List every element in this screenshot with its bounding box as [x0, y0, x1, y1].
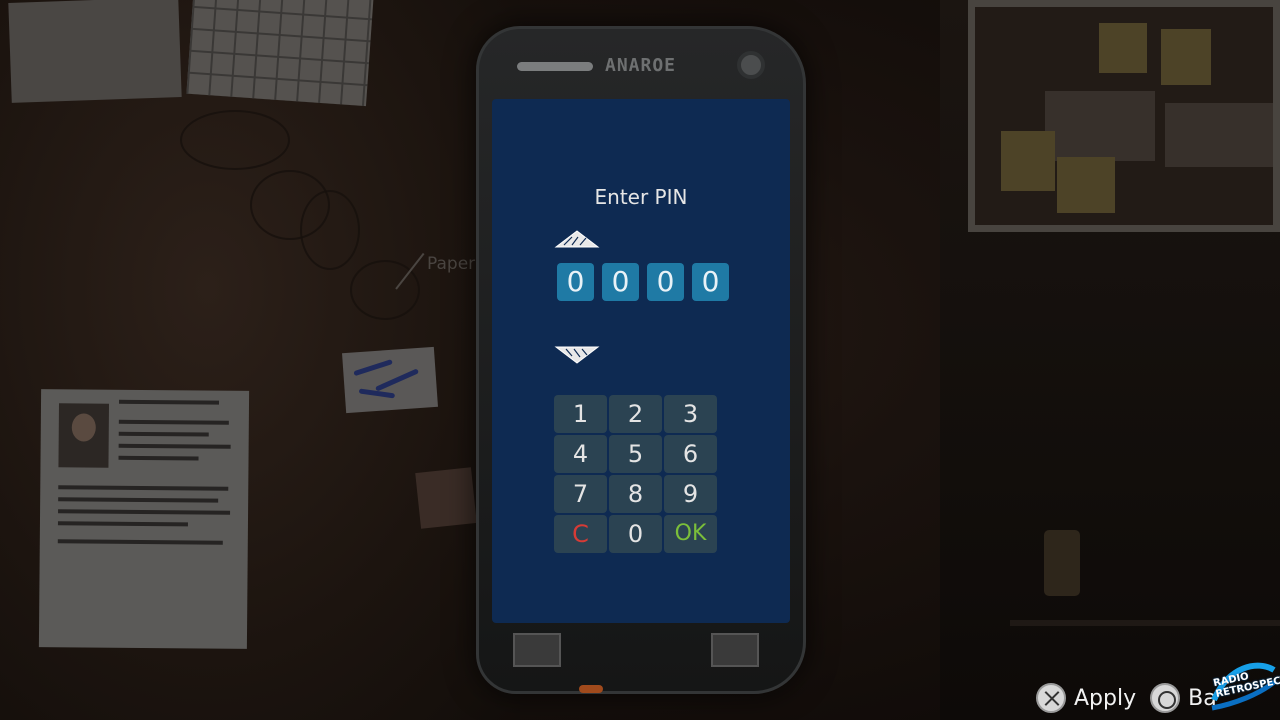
key-7[interactable]: 7 — [554, 475, 607, 513]
sticky-note — [342, 346, 438, 414]
phone-indicator — [579, 685, 603, 693]
key-6[interactable]: 6 — [664, 435, 717, 473]
pin-digit-4[interactable]: 0 — [692, 263, 729, 301]
key-0[interactable]: 0 — [609, 515, 662, 553]
scribble-drawing — [300, 190, 360, 270]
key-5[interactable]: 5 — [609, 435, 662, 473]
key-8[interactable]: 8 — [609, 475, 662, 513]
decrement-arrow-icon[interactable] — [554, 345, 600, 365]
shelf — [1010, 620, 1280, 626]
button-prompts: Apply Ba — [1036, 680, 1231, 716]
pin-title: Enter PIN — [594, 185, 688, 209]
key-3[interactable]: 3 — [664, 395, 717, 433]
phone-device: ANAROE Enter PIN 0 0 0 0 1 2 3 4 5 6 7 8… — [476, 26, 806, 694]
apply-prompt[interactable]: Apply — [1036, 683, 1136, 713]
pin-digit-1[interactable]: 0 — [557, 263, 594, 301]
phone-brand: ANAROE — [605, 55, 677, 76]
circle-button-icon — [1150, 683, 1181, 713]
pinned-calendar — [186, 0, 374, 107]
pinned-paper — [8, 0, 182, 103]
phone-speaker — [517, 62, 593, 71]
phone-right-button — [711, 633, 759, 667]
phone-left-button — [513, 633, 561, 667]
soda-can — [1044, 530, 1080, 596]
profile-document — [38, 389, 250, 649]
back-prompt[interactable]: Ba — [1150, 683, 1217, 713]
flag-card — [415, 467, 477, 529]
pin-digit-2[interactable]: 0 — [602, 263, 639, 301]
pin-digits: 0 0 0 0 — [557, 263, 729, 301]
camera-icon — [737, 51, 765, 79]
cross-button-icon — [1036, 683, 1066, 713]
keypad: 1 2 3 4 5 6 7 8 9 C 0 OK — [554, 395, 717, 553]
scribble-drawing — [180, 110, 290, 170]
key-1[interactable]: 1 — [554, 395, 607, 433]
key-9[interactable]: 9 — [664, 475, 717, 513]
key-2[interactable]: 2 — [609, 395, 662, 433]
increment-arrow-icon[interactable] — [554, 229, 600, 249]
paper-hint-label: Paper — [427, 254, 476, 274]
ok-key[interactable]: OK — [664, 515, 717, 553]
pin-digit-3[interactable]: 0 — [647, 263, 684, 301]
profile-photo — [58, 403, 110, 468]
apply-label: Apply — [1074, 685, 1137, 711]
clear-key[interactable]: C — [554, 515, 607, 553]
phone-screen: Enter PIN 0 0 0 0 1 2 3 4 5 6 7 8 9 C 0 … — [492, 99, 790, 623]
key-4[interactable]: 4 — [554, 435, 607, 473]
picture-frame — [968, 0, 1280, 232]
watermark-logo: RADIO RETROSPECT — [1208, 656, 1280, 716]
